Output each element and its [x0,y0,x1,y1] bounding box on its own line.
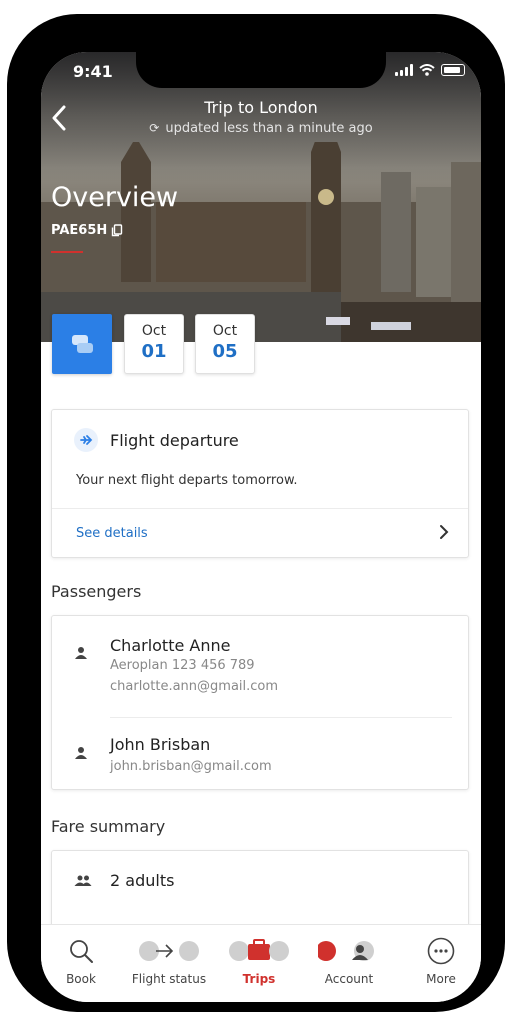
bottom-tab-bar: Book Flight status Trips Account More [41,924,481,1002]
airplane-icon [74,428,98,452]
date-day: 05 [212,341,238,362]
account-icon [318,941,374,961]
divider [52,508,468,509]
tab-label: Flight status [131,972,207,986]
status-icons [395,64,465,76]
tab-account[interactable]: Account [309,925,389,1002]
overview-heading: Overview [51,182,179,213]
date-chip-start[interactable]: Oct 01 [124,314,184,374]
flight-departure-card: Flight departure Your next flight depart… [51,409,469,558]
status-time: 9:41 [73,62,113,81]
tab-flight-status[interactable]: Flight status [129,925,209,1002]
card-text: Your next flight departs tomorrow. [76,473,298,488]
suitcase-icon [229,939,289,961]
update-status: ⟳ updated less than a minute ago [41,121,481,136]
passenger-email: charlotte.ann@gmail.com [110,679,279,694]
passengers-card: Charlotte Anne Aeroplan 123 456 789 char… [51,615,469,790]
booking-reference: PAE65H [51,223,123,238]
sync-icon: ⟳ [149,121,160,135]
trip-overview-chip[interactable] [52,314,112,374]
see-details-link[interactable]: See details [76,526,148,541]
card-title: Flight departure [110,431,239,450]
fare-summary-heading: Fare summary [51,817,166,836]
person-icon [75,747,87,759]
signal-icon [395,64,413,76]
date-month: Oct [212,323,238,339]
date-day: 01 [141,341,167,362]
london-skyline-image [41,142,481,342]
trip-segments-icon [72,335,93,353]
tab-underline [51,251,83,253]
person-icon [75,647,87,659]
tab-label: Trips [242,972,276,986]
passenger-email: john.brisban@gmail.com [110,759,272,774]
page-title: Trip to London [204,98,318,117]
search-icon [70,940,93,963]
tab-label: Account [324,972,374,986]
app-screen: 9:41 Trip to London ⟳ updated less than a… [41,52,481,1002]
device-frame: 9:41 Trip to London ⟳ updated less than a… [7,14,505,1012]
group-icon [74,875,92,886]
passengers-heading: Passengers [51,582,142,601]
passenger-loyalty: Aeroplan 123 456 789 [110,658,255,673]
wifi-icon [419,64,435,76]
passenger-name: Charlotte Anne [110,636,231,655]
tab-label: More [426,972,456,986]
date-chip-end[interactable]: Oct 05 [195,314,255,374]
plane-icon [139,941,199,961]
copy-icon[interactable] [111,224,123,237]
booking-reference-text: PAE65H [51,223,108,238]
date-month: Oct [141,323,167,339]
tab-trips[interactable]: Trips [219,925,299,1002]
update-status-text: updated less than a minute ago [165,121,373,136]
divider [110,717,452,718]
device-notch [136,52,386,88]
tab-book[interactable]: Book [41,925,121,1002]
battery-icon [441,64,465,76]
fare-passenger-count: 2 adults [110,871,175,890]
passenger-name: John Brisban [110,735,211,754]
tab-more[interactable]: More [401,925,481,1002]
tab-label: Book [66,972,96,986]
chevron-right-icon[interactable] [438,524,450,540]
more-icon [427,937,455,965]
